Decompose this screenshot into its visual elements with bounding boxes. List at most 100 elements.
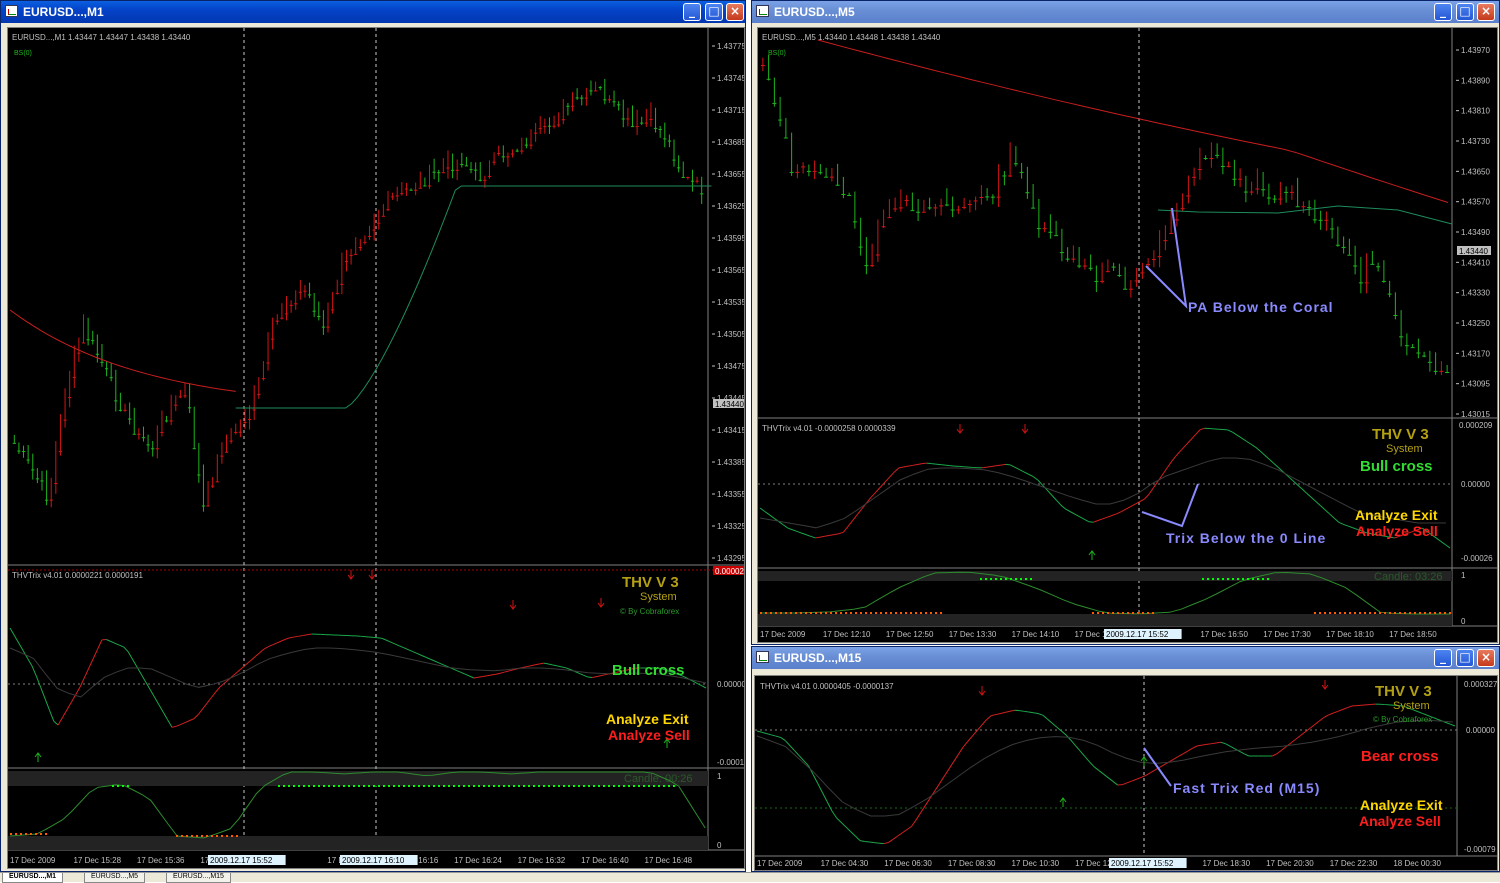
laguerre-dot bbox=[211, 835, 213, 837]
m1-candle bbox=[289, 305, 292, 306]
m1-candle bbox=[580, 98, 583, 99]
trix-fast-line bbox=[452, 669, 456, 671]
window-m1-titlebar[interactable]: EURUSD...,M1 _ □ × bbox=[1, 1, 745, 23]
m1-candle bbox=[428, 185, 431, 186]
thv-title: THV V 3 bbox=[1372, 426, 1429, 443]
chart-area-m1[interactable]: EURUSD...,M1 1.43447 1.43447 1.43438 1.4… bbox=[7, 27, 745, 869]
tab-m15[interactable]: EURUSD...,M15 bbox=[166, 873, 231, 883]
maximize-button[interactable]: □ bbox=[705, 3, 723, 21]
laguerre-dot bbox=[473, 785, 475, 787]
laguerre-dot bbox=[915, 612, 917, 614]
laguerre-dot bbox=[1424, 612, 1426, 614]
tab-m5[interactable]: EURUSD...,M5 bbox=[84, 873, 145, 883]
analyze-sell-label: Analyze Sell bbox=[1356, 523, 1438, 539]
trix-fast-line bbox=[1274, 464, 1279, 468]
window-m15[interactable]: EURUSD...,M15 _ □ × THVTrix v4.01 0.0000… bbox=[751, 646, 1500, 872]
maximize-button[interactable]: □ bbox=[1456, 3, 1474, 21]
laguerre-dot bbox=[1319, 612, 1321, 614]
price-axis-label: 1.43595 bbox=[717, 234, 744, 243]
trix-fast-line bbox=[597, 676, 601, 677]
laguerre-dot bbox=[236, 835, 238, 837]
m5-candle bbox=[882, 226, 886, 227]
trix-fast-line bbox=[84, 668, 88, 677]
trix-fast-line bbox=[823, 793, 828, 802]
chart-area-m5[interactable]: EURUSD...,M5 1.43440 1.43448 1.43438 1.4… bbox=[757, 27, 1498, 643]
trix-fast-line bbox=[1113, 781, 1118, 785]
trix-axis-bottom: -0.00079 bbox=[1464, 845, 1496, 854]
chart-svg-m15[interactable]: THVTrix v4.01 0.0000405 -0.00001370.0003… bbox=[755, 676, 1497, 870]
laguerre-dot bbox=[845, 612, 847, 614]
analyze-exit-label: Analyze Exit bbox=[1355, 507, 1438, 523]
time-axis-label: 17 Dec 12:50 bbox=[886, 630, 934, 639]
m5-candle bbox=[1416, 353, 1420, 354]
trix-fast-line bbox=[780, 737, 785, 740]
window-m5-titlebar[interactable]: EURUSD...,M5 _ □ × bbox=[752, 1, 1499, 23]
close-button[interactable]: × bbox=[726, 3, 744, 21]
m5-candle bbox=[1106, 271, 1110, 272]
laguerre-dot bbox=[127, 785, 129, 787]
trix-fast-line bbox=[119, 645, 123, 647]
trix-fast-line bbox=[41, 687, 45, 698]
laguerre-dot bbox=[438, 785, 440, 787]
maximize-button[interactable]: □ bbox=[1456, 649, 1474, 667]
m5-candle bbox=[922, 212, 926, 213]
laguerre-dot bbox=[835, 612, 837, 614]
laguerre-dot bbox=[293, 785, 295, 787]
window-m15-titlebar[interactable]: EURUSD...,M15 _ □ × bbox=[752, 647, 1499, 669]
close-button[interactable]: × bbox=[1477, 3, 1495, 21]
m1-candle bbox=[599, 87, 602, 88]
laguerre-dot bbox=[543, 785, 545, 787]
window-m1[interactable]: EURUSD...,M1 _ □ × EURUSD...,M1 1.43447 … bbox=[0, 0, 746, 872]
trix-fast-line bbox=[474, 677, 478, 678]
m1-candle bbox=[174, 405, 177, 406]
trix-fast-line bbox=[1291, 739, 1296, 743]
trix-fast-line bbox=[395, 644, 399, 646]
close-button[interactable]: × bbox=[1477, 649, 1495, 667]
trix-fast-line bbox=[766, 734, 771, 735]
minimize-button[interactable]: _ bbox=[1434, 3, 1452, 21]
time-axis-label: 17 Dec 2009 bbox=[757, 859, 803, 868]
m1-candle bbox=[663, 138, 666, 139]
trix-fast-line bbox=[295, 636, 299, 637]
chart-area-m15[interactable]: THVTrix v4.01 0.0000405 -0.00001370.0003… bbox=[754, 675, 1498, 871]
trix-fast-line bbox=[1047, 719, 1052, 723]
trix-fast-line bbox=[1232, 432, 1237, 435]
minimize-button[interactable]: _ bbox=[683, 3, 701, 21]
m1-candle bbox=[594, 90, 597, 91]
annotation-pa-below-coral: PA Below the Coral bbox=[1188, 299, 1334, 315]
trix-fast-line bbox=[19, 643, 23, 651]
chart-svg-m5[interactable]: EURUSD...,M5 1.43440 1.43448 1.43438 1.4… bbox=[758, 28, 1497, 642]
laguerre-dot bbox=[1344, 612, 1346, 614]
m1-candle bbox=[516, 151, 519, 152]
trix-fast-line bbox=[14, 636, 18, 644]
trix-fast-line bbox=[1228, 430, 1233, 432]
m5-candle bbox=[1089, 268, 1093, 269]
chart-svg-m1[interactable]: EURUSD...,M1 1.43447 1.43447 1.43438 1.4… bbox=[8, 28, 744, 868]
laguerre-dot bbox=[785, 612, 787, 614]
laguerre-dot bbox=[538, 785, 540, 787]
tab-m1[interactable]: EURUSD...,M1 bbox=[2, 873, 63, 883]
trix-fast-line bbox=[465, 674, 469, 676]
laguerre-dot bbox=[35, 833, 37, 835]
trix-fast-line bbox=[67, 702, 71, 710]
m1-candle bbox=[262, 378, 265, 379]
laguerre-dot bbox=[910, 612, 912, 614]
analyze-sell-label: Analyze Sell bbox=[608, 727, 690, 743]
trix-fast-line bbox=[797, 531, 802, 533]
trix-fast-line bbox=[931, 464, 936, 465]
m5-candle bbox=[864, 265, 868, 266]
trix-fast-line bbox=[776, 736, 781, 737]
trix-fast-line bbox=[413, 652, 417, 654]
trix-fast-line bbox=[1126, 507, 1131, 510]
laguerre-dot bbox=[1227, 578, 1229, 580]
trix-fast-line bbox=[843, 526, 848, 532]
trix-fast-line bbox=[1047, 490, 1052, 495]
annotation-fast-trix-red: Fast Trix Red (M15) bbox=[1173, 780, 1320, 796]
laguerre-dot bbox=[790, 612, 792, 614]
trix-fast-line bbox=[1188, 748, 1193, 751]
trix-fast-line bbox=[1260, 451, 1265, 455]
laguerre-dot bbox=[428, 785, 430, 787]
cross-signal: Bear cross bbox=[1361, 748, 1439, 765]
minimize-button[interactable]: _ bbox=[1434, 649, 1452, 667]
window-m5[interactable]: EURUSD...,M5 _ □ × EURUSD...,M5 1.43440 … bbox=[751, 0, 1500, 645]
